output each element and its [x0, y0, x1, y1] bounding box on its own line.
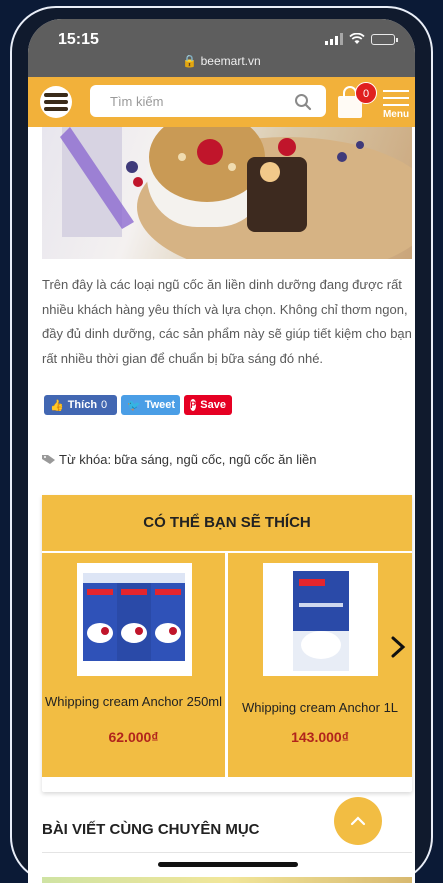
product-price: 143.000₫ — [291, 729, 349, 745]
product-image-anchor-250ml[interactable] — [77, 563, 192, 676]
lock-icon: 🔒 — [182, 54, 198, 68]
search-icon[interactable] — [294, 93, 312, 111]
chevron-up-icon — [350, 816, 366, 826]
battery-icon — [371, 33, 398, 45]
phone-screen: 15:15 🔒 beemart.vn Tìm kiếm 0 Menu Trên … — [28, 19, 415, 883]
article-paragraph: Trên đây là các loại ngũ cốc ăn liền din… — [42, 277, 412, 366]
hamburger-icon — [383, 90, 409, 92]
divider — [42, 852, 412, 853]
tweet-button[interactable]: 🐦 Tweet — [121, 395, 180, 415]
device-frame: 15:15 🔒 beemart.vn Tìm kiếm 0 Menu Trên … — [0, 0, 443, 883]
tags-row: Từ khóa: bữa sáng, ngũ cốc, ngũ cốc ăn l… — [42, 452, 316, 467]
tags-label: Từ khóa: — [59, 452, 112, 467]
tags-list[interactable]: bữa sáng, ngũ cốc, ngũ cốc ăn liền — [114, 452, 316, 467]
recommendation-box: CÓ THỂ BẠN SẼ THÍCH Whipping cream Ancho… — [42, 495, 412, 792]
facebook-like-button[interactable]: 👍 Thích 0 — [44, 395, 117, 415]
signal-icon — [325, 33, 343, 45]
chevron-right-icon[interactable] — [388, 635, 408, 659]
tag-icon — [42, 455, 55, 464]
status-icons — [325, 33, 398, 45]
related-posts-title: BÀI VIẾT CÙNG CHUYÊN MỤC — [42, 821, 260, 838]
tweet-label: Tweet — [144, 399, 176, 411]
site-header: Tìm kiếm 0 Menu — [28, 77, 415, 127]
twitter-bird-icon: 🐦 — [127, 399, 141, 412]
product-card[interactable]: Whipping cream Anchor 250ml 62.000₫ — [42, 553, 225, 777]
search-input[interactable]: Tìm kiếm — [110, 94, 163, 109]
product-name[interactable]: Whipping cream Anchor 1L — [228, 699, 412, 717]
like-label: Thích — [67, 399, 98, 411]
scroll-to-top-button[interactable] — [334, 797, 382, 845]
product-card[interactable]: Whipping cream Anchor 1L 143.000₫ — [228, 553, 412, 777]
menu-label: Menu — [382, 109, 410, 120]
address-url: beemart.vn — [200, 54, 261, 68]
related-post-image[interactable] — [42, 877, 412, 883]
social-buttons: 👍 Thích 0 🐦 Tweet P Save — [44, 395, 232, 415]
menu-button[interactable]: Menu — [381, 87, 411, 121]
like-count: 0 — [101, 399, 108, 411]
product-name[interactable]: Whipping cream Anchor 250ml — [42, 693, 225, 711]
page-content: Trên đây là các loại ngũ cốc ăn liền din… — [28, 127, 415, 883]
thumbs-up-icon: 👍 — [50, 399, 64, 412]
beemart-logo[interactable] — [40, 86, 72, 118]
search-box[interactable]: Tìm kiếm — [90, 85, 326, 117]
home-indicator[interactable] — [158, 862, 298, 867]
pinterest-icon: P — [190, 399, 197, 411]
address-bar[interactable]: 🔒 beemart.vn — [28, 54, 415, 68]
wifi-icon — [349, 33, 365, 44]
save-label: Save — [200, 399, 226, 411]
status-time: 15:15 — [58, 31, 99, 48]
recommendation-title: CÓ THỂ BẠN SẼ THÍCH — [42, 495, 412, 551]
article-image — [42, 127, 412, 259]
pinterest-save-button[interactable]: P Save — [184, 395, 232, 415]
status-bar: 15:15 🔒 beemart.vn — [28, 19, 415, 77]
cart-count-badge: 0 — [355, 82, 377, 104]
product-price: 62.000₫ — [108, 729, 159, 745]
product-image-anchor-1l[interactable] — [263, 563, 378, 676]
